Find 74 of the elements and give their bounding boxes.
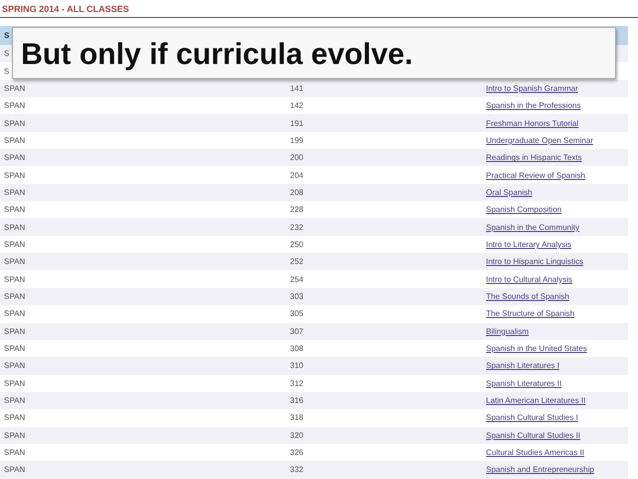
course-link[interactable]: Intro to Literary Analysis [486,240,572,249]
course-link[interactable]: Spanish Literatures I [486,361,560,370]
table-cell-text: 200 [290,153,304,162]
course-link[interactable]: Cultural Studies Americas II [486,448,584,458]
table-cell-text: 228 [290,205,304,214]
table-cell-text: SPAN [3,153,26,162]
course-link[interactable]: The Structure of Spanish [486,309,574,318]
course-link[interactable]: The Sounds of Spanish [486,292,570,301]
course-link[interactable]: Practical Review of Spanish [486,170,586,180]
table-cell-text: S [3,49,10,58]
table-cell-text: SPAN [3,344,26,354]
table-cell-text: 204 [290,170,304,180]
table-cell-text: 316 [290,396,304,406]
table-cell-text: SPAN [3,188,26,197]
table-cell-text: SPAN [3,430,26,440]
column-header: S [3,31,10,40]
table-cell-text: 308 [290,344,304,354]
table-cell-text: SPAN [3,292,26,301]
table-cell-text: 232 [290,222,304,232]
course-link[interactable]: Spanish in the United States [486,344,587,354]
course-link[interactable]: Freshman Honors Tutorial [486,118,578,128]
course-link[interactable]: Spanish Literatures II [486,378,562,388]
course-link[interactable]: Bilingualism [486,326,529,336]
table-cell-text: 252 [290,257,304,266]
course-link[interactable]: Readings in Hispanic Texts [486,153,582,162]
table-cell-text: SPAN [3,240,26,249]
table-cell-text: SPAN [3,448,26,458]
table-cell-text: SPAN [3,170,26,180]
table-cell-text: 307 [290,326,304,336]
table-cell-text: 141 [290,84,304,93]
table-cell-text: 326 [290,448,304,458]
table-cell-text: SPAN [3,118,26,128]
table-cell-text: 320 [290,430,304,440]
table-cell-text: 142 [290,101,304,110]
table-cell-text: SPAN [3,326,26,336]
table-cell-text: SPAN [3,222,26,232]
table-cell-text: 191 [290,118,304,128]
table-cell-text: SPAN [3,205,26,214]
course-link[interactable]: Oral Spanish [486,188,532,197]
table-cell-text: SPAN [3,378,26,388]
table-cell-text: 332 [290,465,304,474]
course-link[interactable]: Spanish and Entrepreneurship [486,465,594,474]
course-link[interactable]: Intro to Spanish Grammar [486,84,578,93]
table-cell-text: 208 [290,188,304,197]
table-cell-text: SPAN [3,396,26,406]
table-cell-text: SPAN [3,465,26,474]
table-cell-text: 250 [290,240,304,249]
table-cell-text: 312 [290,378,304,388]
table-cell-text: SPAN [3,136,26,145]
table-cell-text: 318 [290,413,304,422]
course-link[interactable]: Latin American Literatures II [486,396,586,406]
course-link[interactable]: Undergraduate Open Seminar [486,136,594,145]
table-cell-text: SPAN [3,413,26,422]
table-cell-text: 199 [290,136,304,145]
table-cell-text: 303 [290,292,304,301]
callout-box: But only if curricula evolve. [12,27,616,79]
table-cell-text: S [3,66,10,76]
course-link[interactable]: Intro to Hispanic Linguistics [486,257,584,266]
course-link[interactable]: Spanish Composition [486,205,562,214]
course-link[interactable]: Intro to Cultural Analysis [486,274,572,284]
course-link[interactable]: Spanish Cultural Studies I [486,413,578,422]
course-link[interactable]: Spanish Cultural Studies II [486,430,580,440]
course-link[interactable]: Spanish in the Community [486,222,580,232]
table-cell-text: SPAN [3,309,26,318]
table-cell-text: 254 [290,274,304,284]
page-title: SPRING 2014 - ALL CLASSES [0,0,638,18]
table-cell-text: SPAN [3,101,26,110]
course-link[interactable]: Spanish in the Professions [486,101,581,110]
table-cell-text: SPAN [3,84,26,93]
table-cell-text: 305 [290,309,304,318]
table-cell-text: SPAN [3,274,26,284]
table-cell-text: SPAN [3,361,26,370]
table-cell-text: 310 [290,361,304,370]
table-cell-text: SPAN [3,257,26,266]
